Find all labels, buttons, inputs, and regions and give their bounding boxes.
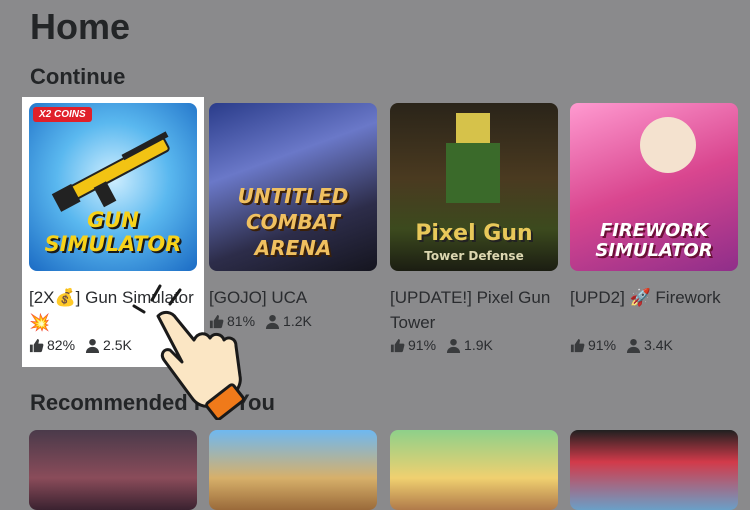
thumbnail-title: GUN SIMULATOR <box>44 208 182 256</box>
game-thumbnail[interactable]: FIREWORK SIMULATOR <box>570 103 738 271</box>
rating-value: 82% <box>47 337 76 353</box>
rating-value: 91% <box>588 337 617 353</box>
section-title-continue: Continue <box>30 64 126 89</box>
thumbnail-title: FIREWORK SIMULATOR <box>595 220 713 261</box>
game-thumbnail[interactable]: UNTITLED COMBAT ARENA <box>209 103 377 271</box>
thumbnail-title: UNTITLED COMBAT ARENA <box>237 184 349 260</box>
person-icon <box>626 338 641 353</box>
game-stats: 91% 1.9K <box>390 337 493 353</box>
recommended-game-thumbnail[interactable] <box>29 430 197 510</box>
thumbs-up-icon <box>29 338 44 352</box>
recommended-game-thumbnail[interactable] <box>209 430 377 510</box>
player-count: 1.2K <box>283 313 312 329</box>
game-name[interactable]: [UPD2] 🚀 Firework <box>570 285 740 310</box>
coins-badge: X2 COINS <box>33 107 92 122</box>
person-icon <box>446 338 461 353</box>
page-title: Home <box>30 6 131 47</box>
person-icon <box>265 314 280 329</box>
recommended-game-thumbnail[interactable] <box>390 430 558 510</box>
rating-value: 91% <box>408 337 437 353</box>
thumbnail-title: Pixel Gun <box>415 221 533 246</box>
game-stats: 91% 3.4K <box>570 337 673 353</box>
game-stats: 82% 2.5K <box>29 337 132 353</box>
thumbnail-subtitle: Tower Defense <box>424 249 524 263</box>
thumbs-up-icon <box>570 338 585 352</box>
game-thumbnail[interactable]: X2 COINS GUN SIMULATOR <box>29 103 197 271</box>
character-head <box>640 117 696 173</box>
pointing-hand-icon <box>132 284 245 420</box>
character-body <box>446 143 500 203</box>
recommended-game-thumbnail[interactable] <box>570 430 738 510</box>
player-count: 1.9K <box>464 337 493 353</box>
player-count: 3.4K <box>644 337 673 353</box>
person-icon <box>85 338 100 353</box>
player-count: 2.5K <box>103 337 132 353</box>
game-name[interactable]: [UPDATE!] Pixel Gun Tower <box>390 285 560 335</box>
character-head <box>456 113 490 143</box>
thumbs-up-icon <box>390 338 405 352</box>
game-thumbnail[interactable]: Pixel Gun Tower Defense <box>390 103 558 271</box>
